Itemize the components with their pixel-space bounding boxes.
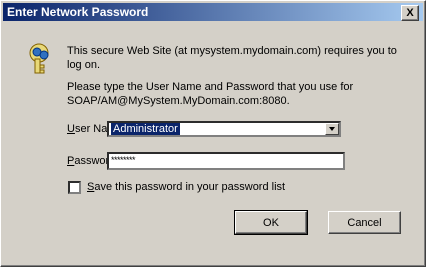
secure-site-message: This secure Web Site (at mysystem.mydoma… — [67, 45, 397, 71]
instruction-message: Please type the User Name and Password t… — [67, 81, 354, 107]
username-label-mnemonic: U — [67, 123, 75, 135]
chevron-down-icon — [329, 127, 335, 131]
title-bar[interactable]: Enter Network Password X — [3, 3, 423, 21]
save-password-checkbox[interactable] — [68, 181, 81, 194]
cancel-button[interactable]: Cancel — [328, 211, 401, 234]
username-value: Administrator — [111, 123, 180, 135]
key-icon — [29, 43, 49, 74]
close-button[interactable]: X — [401, 5, 419, 21]
ok-button[interactable]: OK — [234, 210, 308, 235]
username-dropdown-button[interactable] — [325, 123, 339, 135]
window-title: Enter Network Password — [7, 5, 149, 19]
save-label-text: ave this password in your password list — [94, 181, 286, 193]
password-field[interactable]: ******** — [107, 152, 345, 170]
close-icon: X — [406, 7, 414, 19]
save-password-label[interactable]: Save this password in your password list — [87, 181, 285, 193]
network-password-dialog: Enter Network Password X This secure Web… — [0, 0, 426, 267]
username-combobox[interactable]: Administrator — [107, 121, 341, 137]
